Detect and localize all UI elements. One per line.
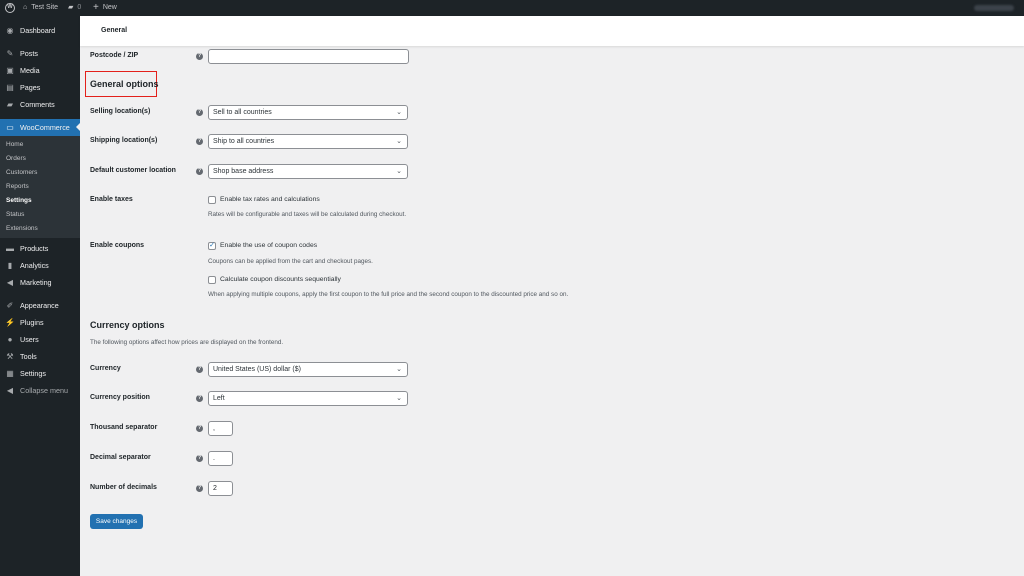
sidebar-item-posts[interactable]: ✎ Posts: [0, 45, 80, 61]
help-icon[interactable]: ?: [196, 109, 203, 116]
sidebar-item-media[interactable]: ▣ Media: [0, 62, 80, 78]
help-icon[interactable]: ?: [196, 138, 203, 145]
currency-position-label: Currency position: [90, 394, 150, 401]
general-options-heading: General options: [90, 79, 159, 89]
wordpress-logo-icon[interactable]: W: [5, 0, 15, 16]
decimal-separator-input[interactable]: .: [208, 451, 233, 466]
sidebar-item-settings[interactable]: ▦ Settings: [0, 365, 80, 381]
home-icon: ⌂: [23, 4, 28, 11]
media-icon: ▣: [6, 65, 14, 75]
sidebar-item-plugins[interactable]: ⚡ Plugins: [0, 314, 80, 330]
user-icon: ●: [7, 334, 13, 344]
enable-coupons-checkbox-label[interactable]: Enable the use of coupon codes: [220, 242, 317, 249]
sidebar-item-analytics[interactable]: ▮ Analytics: [0, 257, 80, 273]
help-icon[interactable]: ?: [196, 455, 203, 462]
submenu-item-extensions[interactable]: Extensions: [6, 225, 38, 232]
enable-taxes-label: Enable taxes: [90, 196, 133, 203]
submenu-item-customers[interactable]: Customers: [6, 169, 37, 176]
help-icon[interactable]: ?: [196, 53, 203, 60]
sidebar-item-users[interactable]: ● Users: [0, 331, 80, 347]
collapse-icon: ◀: [6, 385, 14, 395]
dashboard-icon: ◉: [6, 25, 14, 35]
plugin-icon: ⚡: [5, 317, 15, 327]
postcode-input[interactable]: [208, 49, 409, 64]
number-of-decimals-input[interactable]: 2: [208, 481, 233, 496]
help-icon[interactable]: ?: [196, 168, 203, 175]
shipping-location-label: Shipping location(s): [90, 137, 158, 144]
help-icon[interactable]: ?: [196, 366, 203, 373]
current-indicator: [72, 123, 80, 131]
currency-position-select[interactable]: Left ⌄: [208, 391, 408, 406]
header-title: General: [101, 27, 128, 34]
submenu-item-home[interactable]: Home: [6, 141, 23, 148]
wrench-icon: ⚒: [6, 351, 14, 361]
currency-options-description: The following options affect how prices …: [90, 339, 284, 346]
comments-link[interactable]: ▰ 0: [68, 0, 81, 16]
submenu-item-orders[interactable]: Orders: [6, 155, 26, 162]
currency-label: Currency: [90, 365, 121, 372]
page-header: General: [80, 16, 1024, 46]
shipping-location-select[interactable]: Ship to all countries ⌄: [208, 134, 408, 149]
help-icon[interactable]: ?: [196, 485, 203, 492]
sidebar-item-woocommerce[interactable]: ▭ WooCommerce: [0, 119, 80, 136]
enable-coupons-label: Enable coupons: [90, 242, 145, 249]
save-changes-button[interactable]: Save changes: [90, 514, 143, 529]
sidebar-item-comments[interactable]: ▰ Comments: [0, 96, 80, 112]
analytics-icon: ▮: [7, 260, 13, 270]
chevron-down-icon: ⌄: [396, 366, 402, 373]
decimal-separator-label: Decimal separator: [90, 454, 151, 461]
new-content-link[interactable]: + New: [93, 0, 117, 16]
admin-bar: W ⌂ Test Site ▰ 0 + New: [0, 0, 1024, 16]
enable-taxes-checkbox[interactable]: [208, 196, 216, 204]
site-name-link[interactable]: ⌂ Test Site: [23, 0, 58, 16]
sidebar-item-products[interactable]: ▬ Products: [0, 240, 80, 256]
plus-icon: +: [93, 2, 99, 13]
currency-select[interactable]: United States (US) dollar ($) ⌄: [208, 362, 408, 377]
sidebar-item-marketing[interactable]: ◀ Marketing: [0, 274, 80, 290]
sidebar-item-pages[interactable]: ▤ Pages: [0, 79, 80, 95]
sequential-coupons-checkbox[interactable]: [208, 276, 216, 284]
user-account[interactable]: [974, 5, 1014, 11]
submenu-item-status[interactable]: Status: [6, 211, 24, 218]
sidebar-item-dashboard[interactable]: ◉ Dashboard: [0, 22, 80, 38]
enable-coupons-checkbox[interactable]: ✓: [208, 242, 216, 250]
pages-icon: ▤: [6, 82, 14, 92]
enable-taxes-description: Rates will be configurable and taxes wil…: [208, 211, 407, 218]
sidebar-item-appearance[interactable]: ✐ Appearance: [0, 297, 80, 313]
settings-icon: ▦: [6, 368, 14, 378]
comment-icon: ▰: [6, 99, 14, 109]
products-icon: ▬: [6, 243, 14, 253]
help-icon[interactable]: ?: [196, 395, 203, 402]
admin-sidebar: ◉ Dashboard ✎ Posts ▣ Media ▤ Pages ▰ Comments ▭ Wo…: [0, 16, 80, 576]
number-of-decimals-label: Number of decimals: [90, 484, 157, 491]
megaphone-icon: ◀: [6, 277, 14, 287]
chevron-down-icon: ⌄: [396, 168, 402, 175]
brush-icon: ✐: [6, 300, 14, 310]
sidebar-item-collapse-menu[interactable]: ◀ Collapse menu: [0, 382, 80, 398]
chevron-down-icon: ⌄: [396, 395, 402, 402]
chevron-down-icon: ⌄: [396, 109, 402, 116]
enable-coupons-description: Coupons can be applied from the cart and…: [208, 258, 373, 265]
chevron-down-icon: ⌄: [396, 138, 402, 145]
sequential-coupons-description: When applying multiple coupons, apply th…: [208, 291, 569, 298]
comment-icon: ▰: [68, 4, 74, 11]
sequential-coupons-checkbox-label[interactable]: Calculate coupon discounts sequentially: [220, 276, 341, 283]
checkmark-icon: ✓: [209, 242, 215, 249]
default-customer-location-select[interactable]: Shop base address ⌄: [208, 164, 408, 179]
submenu-item-settings[interactable]: Settings: [6, 197, 32, 204]
thousand-separator-label: Thousand separator: [90, 424, 158, 431]
thousand-separator-input[interactable]: ,: [208, 421, 233, 436]
help-icon[interactable]: ?: [196, 425, 203, 432]
selling-location-select[interactable]: Sell to all countries ⌄: [208, 105, 408, 120]
enable-taxes-checkbox-label[interactable]: Enable tax rates and calculations: [220, 196, 320, 203]
currency-options-heading: Currency options: [90, 320, 165, 330]
selling-location-label: Selling location(s): [90, 108, 151, 115]
pin-icon: ✎: [6, 48, 14, 58]
submenu-item-reports[interactable]: Reports: [6, 183, 29, 190]
sidebar-item-tools[interactable]: ⚒ Tools: [0, 348, 80, 364]
woo-icon: ▭: [6, 123, 14, 132]
postcode-label: Postcode / ZIP: [90, 52, 139, 59]
default-customer-location-label: Default customer location: [90, 167, 176, 174]
